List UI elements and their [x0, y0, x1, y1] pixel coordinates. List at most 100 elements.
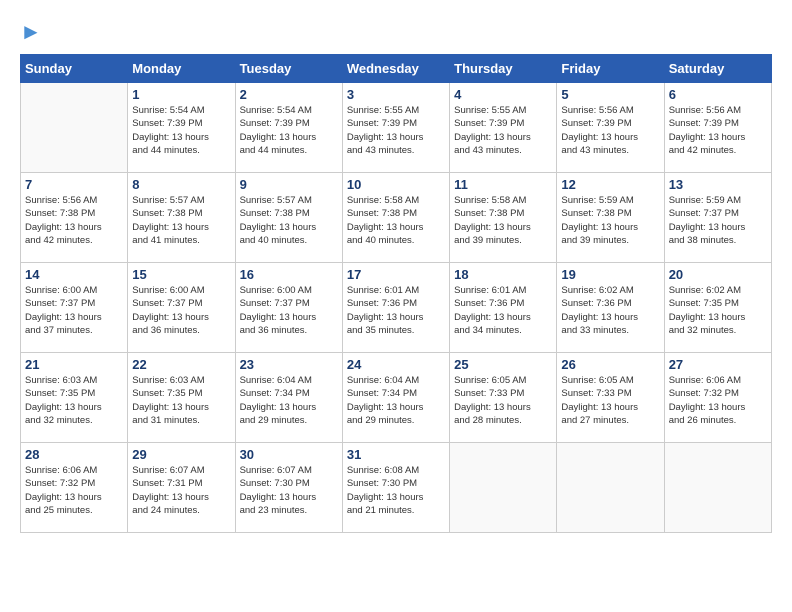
day-number: 7 [25, 177, 123, 192]
calendar-cell: 22 Sunrise: 6:03 AM Sunset: 7:35 PM Dayli… [128, 353, 235, 443]
calendar-cell: 15 Sunrise: 6:00 AM Sunset: 7:37 PM Dayli… [128, 263, 235, 353]
day-info: Sunrise: 6:00 AM Sunset: 7:37 PM Dayligh… [132, 284, 230, 337]
calendar-cell: 2 Sunrise: 5:54 AM Sunset: 7:39 PM Daylig… [235, 83, 342, 173]
calendar-cell: 13Sunrise: 5:59 AM Sunset: 7:37 PM Dayli… [664, 173, 771, 263]
calendar-cell: 26Sunrise: 6:05 AM Sunset: 7:33 PM Dayli… [557, 353, 664, 443]
calendar-cell: 16Sunrise: 6:00 AM Sunset: 7:37 PM Dayli… [235, 263, 342, 353]
week-row-3: 14 Sunrise: 6:00 AM Sunset: 7:37 PM Dayli… [21, 263, 772, 353]
calendar-cell: 30 Sunrise: 6:07 AM Sunset: 7:30 PM Dayli… [235, 443, 342, 533]
logo: ► [20, 20, 42, 44]
day-number: 21 [25, 357, 123, 372]
day-info: Sunrise: 6:07 AM Sunset: 7:31 PM Dayligh… [132, 464, 230, 517]
calendar-cell: 14 Sunrise: 6:00 AM Sunset: 7:37 PM Dayli… [21, 263, 128, 353]
day-info: Sunrise: 5:57 AM Sunset: 7:38 PM Dayligh… [240, 194, 338, 247]
calendar-cell: 3 Sunrise: 5:55 AM Sunset: 7:39 PM Daylig… [342, 83, 449, 173]
day-info: Sunrise: 6:01 AM Sunset: 7:36 PM Dayligh… [347, 284, 445, 337]
day-info: Sunrise: 6:07 AM Sunset: 7:30 PM Dayligh… [240, 464, 338, 517]
weekday-header-tuesday: Tuesday [235, 55, 342, 83]
day-number: 12 [561, 177, 659, 192]
day-info: Sunrise: 5:56 AM Sunset: 7:38 PM Dayligh… [25, 194, 123, 247]
day-number: 20 [669, 267, 767, 282]
calendar-cell: 23 Sunrise: 6:04 AM Sunset: 7:34 PM Dayli… [235, 353, 342, 443]
week-row-5: 28 Sunrise: 6:06 AM Sunset: 7:32 PM Dayli… [21, 443, 772, 533]
calendar-cell: 12 Sunrise: 5:59 AM Sunset: 7:38 PM Dayli… [557, 173, 664, 263]
day-info: Sunrise: 6:04 AM Sunset: 7:34 PM Dayligh… [240, 374, 338, 427]
calendar-cell: 31Sunrise: 6:08 AM Sunset: 7:30 PM Dayli… [342, 443, 449, 533]
calendar-cell: 4 Sunrise: 5:55 AM Sunset: 7:39 PM Daylig… [450, 83, 557, 173]
calendar-cell [450, 443, 557, 533]
day-number: 11 [454, 177, 552, 192]
calendar-cell: 17 Sunrise: 6:01 AM Sunset: 7:36 PM Dayli… [342, 263, 449, 353]
weekday-header-saturday: Saturday [664, 55, 771, 83]
weekday-header-monday: Monday [128, 55, 235, 83]
day-number: 28 [25, 447, 123, 462]
day-number: 18 [454, 267, 552, 282]
calendar-cell: 20Sunrise: 6:02 AM Sunset: 7:35 PM Dayli… [664, 263, 771, 353]
calendar-table: SundayMondayTuesdayWednesdayThursdayFrid… [20, 54, 772, 533]
week-row-1: 1 Sunrise: 5:54 AM Sunset: 7:39 PM Daylig… [21, 83, 772, 173]
day-info: Sunrise: 6:01 AM Sunset: 7:36 PM Dayligh… [454, 284, 552, 337]
weekday-header-wednesday: Wednesday [342, 55, 449, 83]
day-number: 14 [25, 267, 123, 282]
day-number: 25 [454, 357, 552, 372]
day-info: Sunrise: 5:55 AM Sunset: 7:39 PM Dayligh… [454, 104, 552, 157]
calendar-cell: 9 Sunrise: 5:57 AM Sunset: 7:38 PM Daylig… [235, 173, 342, 263]
calendar-cell: 29Sunrise: 6:07 AM Sunset: 7:31 PM Dayli… [128, 443, 235, 533]
day-number: 2 [240, 87, 338, 102]
day-info: Sunrise: 6:05 AM Sunset: 7:33 PM Dayligh… [454, 374, 552, 427]
day-info: Sunrise: 5:57 AM Sunset: 7:38 PM Dayligh… [132, 194, 230, 247]
day-info: Sunrise: 5:56 AM Sunset: 7:39 PM Dayligh… [669, 104, 767, 157]
day-info: Sunrise: 5:58 AM Sunset: 7:38 PM Dayligh… [347, 194, 445, 247]
day-number: 4 [454, 87, 552, 102]
page-header: ► [20, 20, 772, 44]
day-info: Sunrise: 5:59 AM Sunset: 7:38 PM Dayligh… [561, 194, 659, 247]
logo-text: ► [20, 20, 42, 44]
day-number: 1 [132, 87, 230, 102]
day-number: 24 [347, 357, 445, 372]
day-number: 15 [132, 267, 230, 282]
day-number: 10 [347, 177, 445, 192]
day-info: Sunrise: 6:02 AM Sunset: 7:36 PM Dayligh… [561, 284, 659, 337]
day-info: Sunrise: 6:03 AM Sunset: 7:35 PM Dayligh… [132, 374, 230, 427]
day-info: Sunrise: 5:58 AM Sunset: 7:38 PM Dayligh… [454, 194, 552, 247]
calendar-cell [664, 443, 771, 533]
week-row-4: 21 Sunrise: 6:03 AM Sunset: 7:35 PM Dayli… [21, 353, 772, 443]
day-info: Sunrise: 6:06 AM Sunset: 7:32 PM Dayligh… [25, 464, 123, 517]
day-number: 8 [132, 177, 230, 192]
calendar-cell: 24 Sunrise: 6:04 AM Sunset: 7:34 PM Dayli… [342, 353, 449, 443]
day-info: Sunrise: 6:00 AM Sunset: 7:37 PM Dayligh… [240, 284, 338, 337]
day-info: Sunrise: 6:08 AM Sunset: 7:30 PM Dayligh… [347, 464, 445, 517]
day-number: 22 [132, 357, 230, 372]
calendar-cell: 5 Sunrise: 5:56 AM Sunset: 7:39 PM Daylig… [557, 83, 664, 173]
day-info: Sunrise: 5:54 AM Sunset: 7:39 PM Dayligh… [240, 104, 338, 157]
day-number: 26 [561, 357, 659, 372]
week-row-2: 7 Sunrise: 5:56 AM Sunset: 7:38 PM Daylig… [21, 173, 772, 263]
calendar-cell [557, 443, 664, 533]
calendar-cell: 1Sunrise: 5:54 AM Sunset: 7:39 PM Daylig… [128, 83, 235, 173]
calendar-cell: 6 Sunrise: 5:56 AM Sunset: 7:39 PM Daylig… [664, 83, 771, 173]
calendar-cell: 11 Sunrise: 5:58 AM Sunset: 7:38 PM Dayli… [450, 173, 557, 263]
calendar-cell: 18 Sunrise: 6:01 AM Sunset: 7:36 PM Dayli… [450, 263, 557, 353]
day-info: Sunrise: 5:56 AM Sunset: 7:39 PM Dayligh… [561, 104, 659, 157]
calendar-cell: 19Sunrise: 6:02 AM Sunset: 7:36 PM Dayli… [557, 263, 664, 353]
calendar-cell: 10 Sunrise: 5:58 AM Sunset: 7:38 PM Dayli… [342, 173, 449, 263]
day-info: Sunrise: 6:00 AM Sunset: 7:37 PM Dayligh… [25, 284, 123, 337]
weekday-header-friday: Friday [557, 55, 664, 83]
day-number: 30 [240, 447, 338, 462]
calendar-cell: 7 Sunrise: 5:56 AM Sunset: 7:38 PM Daylig… [21, 173, 128, 263]
day-info: Sunrise: 5:55 AM Sunset: 7:39 PM Dayligh… [347, 104, 445, 157]
day-number: 17 [347, 267, 445, 282]
calendar-cell: 21 Sunrise: 6:03 AM Sunset: 7:35 PM Dayli… [21, 353, 128, 443]
calendar-cell: 8 Sunrise: 5:57 AM Sunset: 7:38 PM Daylig… [128, 173, 235, 263]
weekday-header-sunday: Sunday [21, 55, 128, 83]
day-number: 6 [669, 87, 767, 102]
day-number: 23 [240, 357, 338, 372]
day-number: 5 [561, 87, 659, 102]
weekday-header-row: SundayMondayTuesdayWednesdayThursdayFrid… [21, 55, 772, 83]
day-info: Sunrise: 6:03 AM Sunset: 7:35 PM Dayligh… [25, 374, 123, 427]
calendar-cell: 27Sunrise: 6:06 AM Sunset: 7:32 PM Dayli… [664, 353, 771, 443]
day-number: 9 [240, 177, 338, 192]
day-info: Sunrise: 6:04 AM Sunset: 7:34 PM Dayligh… [347, 374, 445, 427]
day-number: 3 [347, 87, 445, 102]
weekday-header-thursday: Thursday [450, 55, 557, 83]
